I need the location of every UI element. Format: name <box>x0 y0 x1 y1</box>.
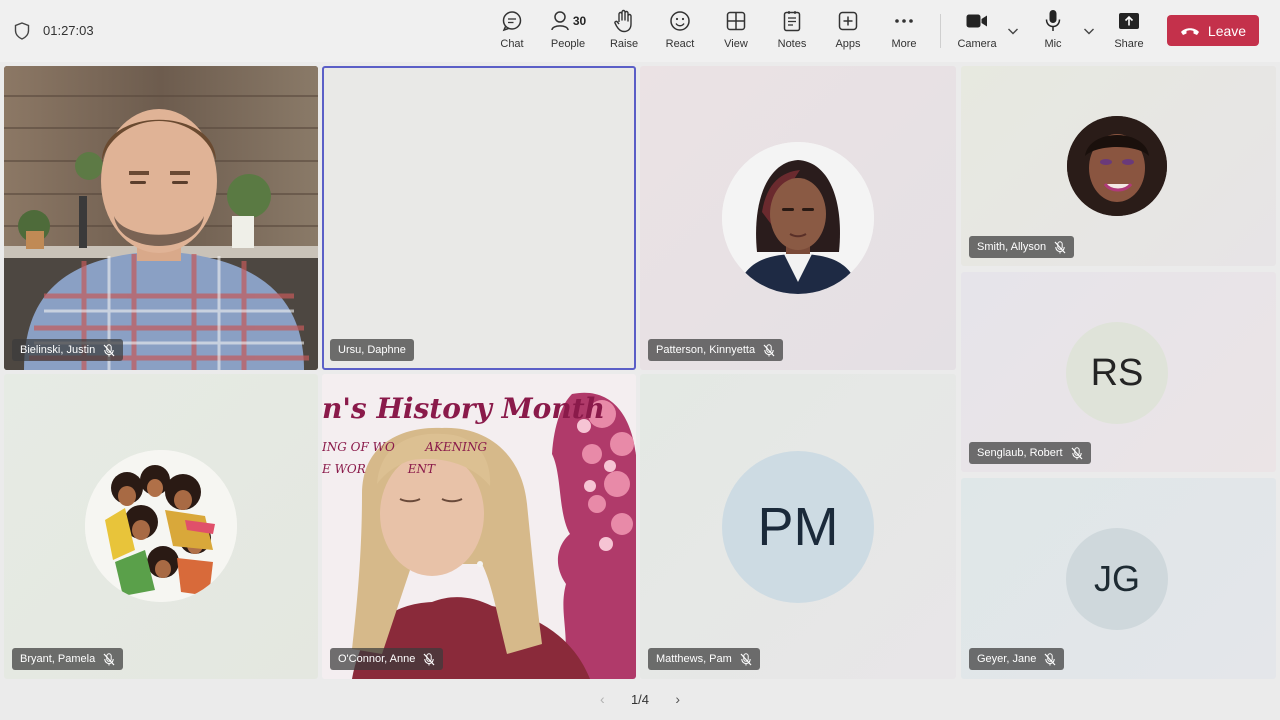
banner-title: n's History Month <box>322 392 605 425</box>
participant-tile-senglaub[interactable]: RS Senglaub, Robert <box>961 272 1276 472</box>
video-feed-man-plaid-shirt <box>4 66 318 370</box>
shield-icon <box>14 22 30 40</box>
participant-tile-geyer[interactable]: JG Geyer, Jane <box>961 478 1276 679</box>
raise-hand-icon <box>614 9 632 33</box>
avatar-initials: PM <box>757 497 839 557</box>
participant-tile-patterson[interactable]: Patterson, Kinnyetta <box>640 66 956 370</box>
participant-name: O'Connor, Anne <box>338 653 416 665</box>
participant-nametag: Senglaub, Robert <box>969 442 1091 464</box>
people-icon <box>551 11 569 31</box>
call-timer: 01:27:03 <box>43 23 94 38</box>
avatar-initials: RS <box>1090 351 1144 394</box>
mic-button[interactable]: Mic <box>1025 8 1081 56</box>
share-button[interactable]: Share <box>1101 8 1157 56</box>
chat-label: Chat <box>500 38 524 50</box>
mic-off-icon <box>1071 446 1083 459</box>
participant-nametag: Bielinski, Justin <box>12 339 124 361</box>
mic-off-icon <box>103 652 115 665</box>
camera-icon <box>966 14 987 28</box>
view-label: View <box>724 38 748 50</box>
avatar: JG <box>1066 528 1168 630</box>
leave-button[interactable]: Leave <box>1167 15 1259 46</box>
more-label: More <box>891 38 917 50</box>
page-indicator: 1/4 <box>630 691 650 707</box>
apps-label: Apps <box>835 38 861 50</box>
participant-nametag: O'Connor, Anne <box>330 648 444 670</box>
leave-label: Leave <box>1207 22 1247 39</box>
participant-tile-bryant[interactable]: Bryant, Pamela <box>4 374 318 679</box>
mic-off-icon <box>763 343 775 356</box>
participant-nametag: Smith, Allyson <box>969 236 1075 258</box>
toolbar-divider <box>940 14 941 48</box>
view-button[interactable]: View <box>708 8 764 56</box>
microphone-icon <box>1045 10 1061 31</box>
participant-name: Senglaub, Robert <box>977 447 1063 459</box>
participant-name: Geyer, Jane <box>977 653 1037 665</box>
smiley-icon <box>670 11 690 31</box>
avatar: RS <box>1066 322 1168 424</box>
react-label: React <box>665 38 695 50</box>
participant-nametag: Geyer, Jane <box>969 648 1065 670</box>
mic-off-icon <box>1054 240 1066 253</box>
meeting-toolbar: 01:27:03 Chat 30 People Raise React View… <box>0 0 1280 62</box>
more-button[interactable]: More <box>876 8 932 56</box>
react-button[interactable]: React <box>652 8 708 56</box>
avatar <box>85 450 237 602</box>
participant-name: Matthews, Pam <box>656 653 732 665</box>
add-app-icon <box>838 11 858 31</box>
participant-name: Ursu, Daphne <box>338 344 406 356</box>
more-ellipsis-icon <box>895 19 913 23</box>
next-page-chevron-right-icon[interactable]: › <box>675 691 680 707</box>
mic-off-icon <box>423 652 435 665</box>
participant-nametag: Ursu, Daphne <box>330 339 414 361</box>
avatar <box>1067 116 1167 216</box>
mic-label: Mic <box>1044 38 1062 50</box>
people-button[interactable]: 30 People <box>540 8 596 56</box>
participant-tile-oconnor[interactable]: n's History Month ING OF WO AKENING E WO… <box>322 374 636 679</box>
participant-name: Patterson, Kinnyetta <box>656 344 756 356</box>
participant-nametag: Bryant, Pamela <box>12 648 124 670</box>
camera-button[interactable]: Camera <box>949 8 1005 56</box>
apps-button[interactable]: Apps <box>820 8 876 56</box>
chat-button[interactable]: Chat <box>484 8 540 56</box>
participant-name: Bielinski, Justin <box>20 344 96 356</box>
participant-tile-bielinski[interactable]: Bielinski, Justin <box>4 66 318 370</box>
profile-photo-smiling-woman <box>1067 116 1167 216</box>
camera-label: Camera <box>957 38 997 50</box>
participant-name: Smith, Allyson <box>977 241 1047 253</box>
people-count: 30 <box>572 14 587 28</box>
raise-label: Raise <box>609 38 639 50</box>
grid-view-icon <box>726 11 746 31</box>
participant-tile-matthews[interactable]: PM Matthews, Pam <box>640 374 956 679</box>
previous-page-chevron-left-icon[interactable]: ‹ <box>600 691 605 707</box>
hang-up-phone-icon <box>1180 27 1199 35</box>
chat-icon <box>502 11 522 32</box>
mic-options-chevron-down-icon[interactable] <box>1082 24 1096 38</box>
mic-off-icon <box>740 652 752 665</box>
participant-tile-smith[interactable]: Smith, Allyson <box>961 66 1276 266</box>
mic-off-icon <box>103 343 115 356</box>
avatar: PM <box>722 451 874 603</box>
gallery-pagination: ‹ 1/4 › <box>600 688 680 710</box>
notes-icon <box>783 11 801 32</box>
notes-label: Notes <box>777 38 807 50</box>
mic-off-icon <box>1044 652 1056 665</box>
raise-hand-button[interactable]: Raise <box>596 8 652 56</box>
banner-line-1: ING OF WO AKENING <box>322 440 488 454</box>
banner-line-2: E WOR ENT <box>322 462 436 476</box>
share-screen-icon <box>1119 13 1139 29</box>
participant-nametag: Patterson, Kinnyetta <box>648 339 784 361</box>
avatar <box>722 142 874 294</box>
avatar-initials: JG <box>1093 558 1140 599</box>
participant-name: Bryant, Pamela <box>20 653 96 665</box>
share-label: Share <box>1114 38 1144 50</box>
participant-nametag: Matthews, Pam <box>648 648 760 670</box>
notes-button[interactable]: Notes <box>764 8 820 56</box>
camera-options-chevron-down-icon[interactable] <box>1006 24 1020 38</box>
people-label: People <box>550 38 586 50</box>
profile-image-group-illustration <box>85 450 237 602</box>
profile-photo-woman-blazer <box>722 142 874 294</box>
participant-tile-ursu-active-speaker[interactable]: Ursu, Daphne <box>322 66 636 370</box>
